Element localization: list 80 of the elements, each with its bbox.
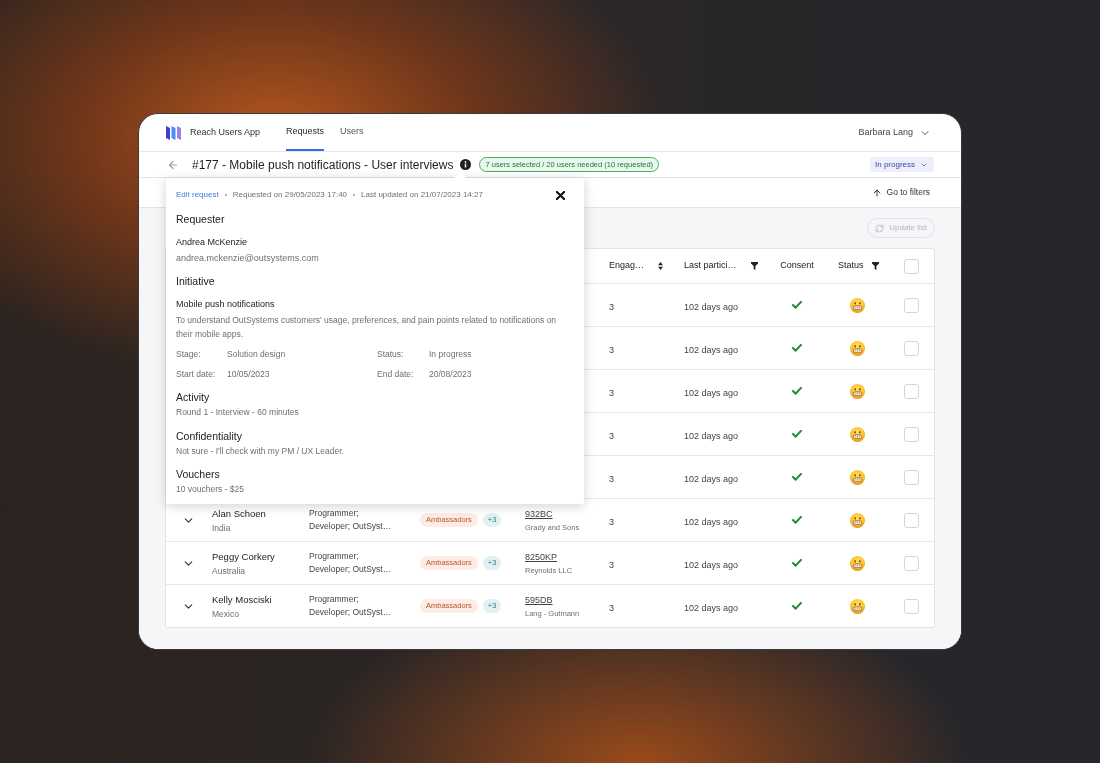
account-code-link[interactable]: 932BC xyxy=(525,507,553,520)
engagement-value: 3 xyxy=(609,474,614,484)
last-participation: 102 days ago xyxy=(684,345,739,355)
last-participation: 102 days ago xyxy=(684,517,739,527)
column-header[interactable]: Consent xyxy=(780,259,814,273)
account-code-link[interactable]: 595DB xyxy=(525,593,553,606)
section-heading: Initiative xyxy=(176,274,216,288)
participant-country: India xyxy=(212,521,232,534)
row-checkbox[interactable] xyxy=(903,340,919,356)
participant-country: Australia xyxy=(212,564,247,577)
section-heading: Requester xyxy=(176,212,226,226)
section-text: Round 1 - Interview - 60 minutes xyxy=(176,406,300,418)
field-value: Solution design xyxy=(227,348,287,360)
last-participation: 102 days ago xyxy=(684,388,739,398)
request-meta-text: Requested on 29/05/2023 17:40 xyxy=(232,189,348,201)
info-icon[interactable] xyxy=(460,159,472,170)
last-participation: 102 days ago xyxy=(684,603,739,613)
engagement-value: 3 xyxy=(609,517,614,527)
edit-request-link[interactable]: Edit request xyxy=(176,189,219,201)
field-value: 10/05/2023 xyxy=(227,368,271,380)
filter-icon[interactable] xyxy=(750,262,758,270)
section-heading: Confidentiality xyxy=(176,429,243,443)
last-participation: 102 days ago xyxy=(684,474,739,484)
user-menu-button[interactable]: Barbara Lang xyxy=(858,125,931,140)
engagement-value: 3 xyxy=(609,560,614,570)
engagement-value: 3 xyxy=(609,603,614,613)
app-name: Reach Users App xyxy=(190,125,261,139)
nav-tab[interactable]: Users xyxy=(340,114,364,151)
row-checkbox[interactable] xyxy=(903,383,919,399)
nav-tab[interactable]: Requests xyxy=(286,114,325,151)
row-checkbox[interactable] xyxy=(903,512,919,528)
back-arrow-icon[interactable] xyxy=(167,158,179,171)
app-logo-icon xyxy=(166,125,182,140)
refresh-icon xyxy=(875,223,885,233)
close-icon[interactable] xyxy=(556,190,565,200)
field-label: Start date: xyxy=(176,368,217,380)
status-dropdown[interactable]: In progress xyxy=(870,157,934,172)
participant-roles: Programmer; Developer; OutSyst… xyxy=(309,593,393,619)
participant-roles: Programmer; Developer; OutSyst… xyxy=(309,550,393,576)
requester-name: Andrea McKenzie xyxy=(176,236,249,248)
participant-country: Mexico xyxy=(212,607,240,620)
account-code-link[interactable]: 8250KP xyxy=(525,550,558,563)
filter-icon[interactable] xyxy=(871,262,879,270)
section-text: 10 vouchers - $25 xyxy=(176,483,246,495)
participant-name: Peggy Corkery xyxy=(212,549,276,563)
row-checkbox[interactable] xyxy=(903,555,919,571)
last-participation: 102 days ago xyxy=(684,560,739,570)
field-label: Status: xyxy=(377,348,405,360)
arrow-up-icon xyxy=(871,187,882,198)
row-checkbox[interactable] xyxy=(903,469,919,485)
go-to-filters-button[interactable]: Go to filters xyxy=(871,186,930,199)
row-checkbox[interactable] xyxy=(903,297,919,313)
sort-icon[interactable] xyxy=(658,262,664,270)
participant-name: Kelly Mosciski xyxy=(212,592,273,606)
section-text: Not sure - I'll check with my PM / UX Leader. xyxy=(176,445,345,457)
column-header[interactable]: Last partici… xyxy=(684,259,737,273)
last-participation: 102 days ago xyxy=(684,431,739,441)
field-value: 20/08/2023 xyxy=(429,368,473,380)
field-value: In progress xyxy=(429,348,473,360)
field-label: End date: xyxy=(377,368,415,380)
engagement-value: 3 xyxy=(609,345,614,355)
select-all-checkbox[interactable] xyxy=(903,258,919,274)
participant-roles: Programmer; Developer; OutSyst… xyxy=(309,507,393,533)
initiative-description: To understand OutSystems customers' usage, preferences, and pain points related to notifications on their mobile apps. xyxy=(176,314,558,341)
engagement-value: 3 xyxy=(609,302,614,312)
request-title: #177 - Mobile push notifications - User interviews xyxy=(192,156,454,174)
initiative-name: Mobile push notifications xyxy=(176,298,276,310)
engagement-value: 3 xyxy=(609,388,614,398)
field-label: Stage: xyxy=(176,348,202,360)
row-checkbox[interactable] xyxy=(903,426,919,442)
engagement-value: 3 xyxy=(609,431,614,441)
column-header[interactable]: Engag… xyxy=(609,259,645,273)
section-heading: Vouchers xyxy=(176,467,221,481)
request-meta-text: Last updated on 21/07/2023 14:27 xyxy=(361,189,483,201)
requester-email: andrea.mckenzie@outsystems.com xyxy=(176,252,320,264)
column-header[interactable]: Status xyxy=(838,259,864,273)
section-heading: Activity xyxy=(176,390,211,404)
row-checkbox[interactable] xyxy=(903,598,919,614)
last-participation: 102 days ago xyxy=(684,302,739,312)
participant-name: Alan Schoen xyxy=(212,506,267,520)
